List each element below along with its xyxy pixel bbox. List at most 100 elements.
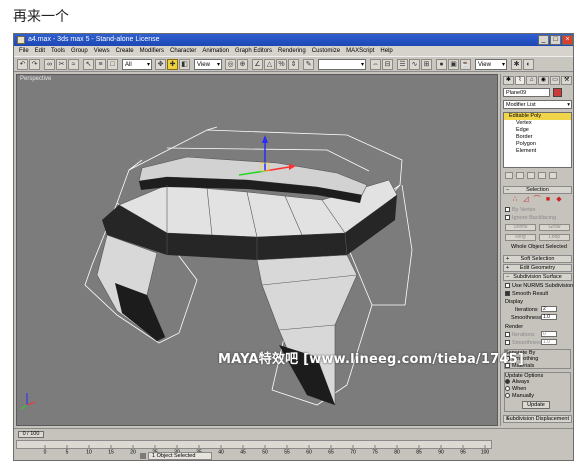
named-selection-icon[interactable]: ✎ (303, 59, 314, 70)
spinner-snap-icon[interactable]: ⇕ (288, 59, 299, 70)
select-by-name-icon[interactable]: ≡ (95, 59, 106, 70)
update-when-radio[interactable]: When (505, 386, 526, 392)
close-button[interactable]: × (562, 35, 573, 45)
selection-filter-dropdown[interactable]: All (122, 59, 152, 70)
align-icon[interactable]: ⊟ (382, 59, 393, 70)
use-nurms-option[interactable]: Use NURMS Subdivision (505, 283, 573, 289)
stack-item-vertex[interactable]: Vertex (504, 120, 571, 127)
timeline-track[interactable]: 0510152025303540455055606570758085909510… (16, 440, 492, 456)
menu-create[interactable]: Create (113, 46, 137, 56)
subdivision-displacement-rollout-header[interactable]: + Subdivision Displacement (503, 415, 572, 423)
render-iterations-option[interactable]: Iterations (505, 332, 535, 338)
update-always-radio[interactable]: Always (505, 379, 529, 385)
edit-geometry-rollout-header[interactable]: + Edit Geometry (503, 264, 572, 272)
undo-icon[interactable]: ↶ (17, 59, 28, 70)
minimize-button[interactable]: _ (538, 35, 549, 45)
edge-mode-icon[interactable]: ◿ (522, 196, 530, 204)
shrink-button[interactable]: Shrink (505, 224, 536, 231)
mirror-icon[interactable]: ⇔ (370, 59, 381, 70)
menu-tools[interactable]: Tools (48, 46, 68, 56)
display-tab-icon[interactable]: ▭ (549, 76, 561, 85)
menu-modifiers[interactable]: Modifiers (137, 46, 167, 56)
menu-views[interactable]: Views (91, 46, 113, 56)
select-and-move-icon[interactable]: ✥ (155, 59, 166, 70)
select-and-scale-icon[interactable]: ◧ (179, 59, 190, 70)
material-editor-icon[interactable]: ● (436, 59, 447, 70)
perspective-viewport[interactable]: Perspective (16, 74, 498, 426)
modify-tab-icon[interactable]: ⌇ (514, 76, 526, 85)
quick-render-icon[interactable]: ☕ (460, 59, 471, 70)
maximize-button[interactable]: □ (550, 35, 561, 45)
render-scene-icon[interactable]: ▣ (448, 59, 459, 70)
selection-rollout-header[interactable]: − Selection (503, 186, 572, 194)
menu-group[interactable]: Group (68, 46, 91, 56)
ring-button[interactable]: Ring (505, 234, 536, 241)
stack-item-polygon[interactable]: Polygon (504, 141, 571, 148)
pivot-center-icon[interactable]: ◎ (225, 59, 236, 70)
menu-customize[interactable]: Customize (309, 46, 343, 56)
update-button[interactable]: Update (522, 401, 550, 409)
menu-maxscript[interactable]: MAXScript (343, 46, 377, 56)
object-color-swatch[interactable] (553, 88, 562, 97)
menu-rendering[interactable]: Rendering (275, 46, 309, 56)
environment-icon[interactable]: ◐ (523, 59, 534, 70)
menu-character[interactable]: Character (167, 46, 199, 56)
utilities-tab-icon[interactable]: ⚒ (561, 76, 573, 85)
element-mode-icon[interactable]: ◆ (555, 196, 563, 204)
ignore-backfacing-option[interactable]: Ignore Backfacing (505, 215, 556, 221)
menu-graph-editors[interactable]: Graph Editors (232, 46, 275, 56)
percent-snap-icon[interactable]: % (276, 59, 287, 70)
time-slider-thumb[interactable]: 0 / 100 (18, 431, 44, 438)
selection-lock-icon[interactable] (140, 453, 146, 459)
motion-tab-icon[interactable]: ◉ (538, 76, 549, 85)
viewport-label[interactable]: Perspective (20, 76, 51, 82)
render-type-dropdown[interactable]: View (475, 59, 507, 70)
render-iterations-spinner[interactable]: 0 (541, 331, 557, 337)
create-tab-icon[interactable]: ✱ (503, 76, 514, 85)
modifier-stack[interactable]: Editable Poly Vertex Edge Border Polygon… (503, 112, 572, 168)
select-and-rotate-icon[interactable]: ✚ (167, 59, 178, 70)
grow-button[interactable]: Grow (539, 224, 570, 231)
select-object-icon[interactable]: ↖ (83, 59, 94, 70)
menu-help[interactable]: Help (377, 46, 395, 56)
stack-item-element[interactable]: Element (504, 148, 571, 155)
stack-item-edge[interactable]: Edge (504, 127, 571, 134)
show-end-result-icon[interactable] (516, 172, 524, 179)
menu-animation[interactable]: Animation (199, 46, 232, 56)
render-smoothness-spinner[interactable]: 1.0 (541, 339, 557, 345)
link-icon[interactable]: ∞ (44, 59, 55, 70)
select-manipulate-icon[interactable]: ⊕ (237, 59, 248, 70)
update-manually-radio[interactable]: Manually (505, 393, 534, 399)
angle-snap-icon[interactable]: △ (264, 59, 275, 70)
menu-edit[interactable]: Edit (32, 46, 48, 56)
bind-space-warp-icon[interactable]: ≈ (68, 59, 79, 70)
polygon-mode-icon[interactable]: ■ (544, 196, 552, 204)
soft-selection-rollout-header[interactable]: + Soft Selection (503, 255, 572, 263)
pin-stack-icon[interactable] (505, 172, 513, 179)
border-mode-icon[interactable]: ⌒ (533, 196, 541, 204)
object-name-field[interactable]: Plane09 (503, 88, 550, 97)
vertex-mode-icon[interactable]: ∴ (511, 196, 519, 204)
render-last-icon[interactable]: ✱ (511, 59, 522, 70)
iterations-spinner[interactable]: 2 (541, 306, 557, 312)
redo-icon[interactable]: ↷ (29, 59, 40, 70)
subdivision-rollout-header[interactable]: − Subdivision Surface (503, 273, 572, 281)
schematic-view-icon[interactable]: ⊞ (421, 59, 432, 70)
smoothness-spinner[interactable]: 1.0 (541, 314, 557, 320)
reference-coord-dropdown[interactable]: View (194, 59, 222, 70)
named-selection-sets-dropdown[interactable] (318, 59, 366, 70)
snap-toggle-icon[interactable]: ∠ (252, 59, 263, 70)
modifier-list-dropdown[interactable]: Modifier List (503, 100, 572, 109)
render-smoothness-option[interactable]: Smoothness (505, 340, 543, 346)
stack-item-border[interactable]: Border (504, 134, 571, 141)
smooth-result-option[interactable]: Smooth Result (505, 291, 548, 297)
unlink-icon[interactable]: ✂ (56, 59, 67, 70)
loop-button[interactable]: Loop (539, 234, 570, 241)
by-vertex-option[interactable]: By Vertex (505, 207, 536, 213)
hierarchy-tab-icon[interactable]: ⌂ (526, 76, 538, 85)
stack-item-editable-poly[interactable]: Editable Poly (504, 113, 571, 120)
remove-modifier-icon[interactable] (538, 172, 546, 179)
region-select-icon[interactable]: □ (107, 59, 118, 70)
curve-editor-icon[interactable]: ∿ (409, 59, 420, 70)
make-unique-icon[interactable] (527, 172, 535, 179)
